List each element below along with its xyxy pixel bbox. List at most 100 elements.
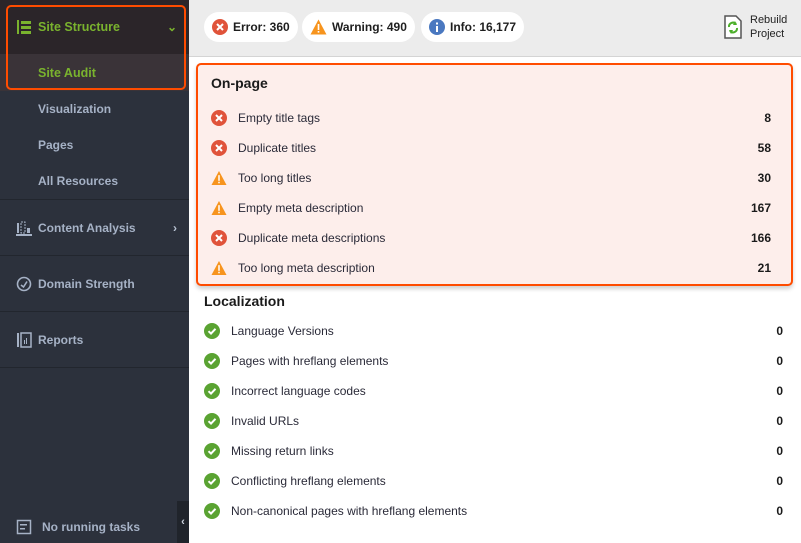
sidebar-subitem-label: Visualization	[38, 102, 112, 116]
sidebar-subitem-site-audit[interactable]: Site Audit	[0, 54, 189, 91]
audit-row-count: 0	[776, 384, 783, 398]
info-icon	[429, 19, 445, 35]
check-icon	[204, 323, 220, 339]
warning-icon	[211, 200, 227, 216]
audit-row-count: 21	[757, 261, 771, 275]
sidebar-subitem-visualization[interactable]: Visualization	[0, 91, 189, 127]
site-structure-icon	[12, 19, 36, 35]
audit-row[interactable]: Language Versions 0	[189, 316, 801, 346]
audit-row-count: 167	[750, 201, 771, 215]
error-count: Error: 360	[233, 20, 290, 34]
audit-row-label: Too long titles	[238, 171, 312, 185]
audit-row[interactable]: Incorrect language codes 0	[189, 376, 801, 406]
audit-row-label: Non-canonical pages with hreflang elemen…	[231, 504, 468, 518]
reports-icon	[12, 331, 36, 348]
chevron-down-icon[interactable]: ⌄	[167, 20, 177, 34]
sidebar-group-site-structure: Site Structure ⌄ Site Audit	[0, 0, 189, 91]
info-count: Info: 16,177	[450, 20, 517, 34]
tasks-status[interactable]: No running tasks	[0, 510, 177, 543]
audit-row-count: 166	[750, 231, 771, 245]
error-icon	[211, 230, 227, 246]
audit-row[interactable]: Non-canonical pages with hreflang elemen…	[189, 496, 801, 526]
error-icon	[211, 140, 227, 156]
audit-row-label: Too long meta description	[238, 261, 375, 275]
audit-row-label: Language Versions	[231, 324, 334, 338]
audit-row[interactable]: Duplicate titles 58	[196, 133, 789, 163]
audit-row-count: 0	[776, 354, 783, 368]
section-title: Localization	[204, 293, 285, 309]
audit-row[interactable]: Conflicting hreflang elements 0	[189, 466, 801, 496]
audit-row[interactable]: Empty meta description 167	[196, 193, 789, 223]
check-icon	[204, 503, 220, 519]
sidebar-item-label: Reports	[38, 332, 84, 347]
check-icon	[204, 473, 220, 489]
audit-row[interactable]: Missing return links 0	[189, 436, 801, 466]
info-badge[interactable]: Info: 16,177	[421, 12, 525, 42]
audit-row-count: 30	[757, 171, 771, 185]
error-badge[interactable]: Error: 360	[204, 12, 298, 42]
audit-row-count: 0	[776, 504, 783, 518]
audit-row[interactable]: Duplicate meta descriptions 166	[196, 223, 789, 253]
sidebar-item-label: Content Analysis	[38, 220, 136, 235]
warning-count: Warning: 490	[332, 20, 407, 34]
audit-row[interactable]: Invalid URLs 0	[189, 406, 801, 436]
audit-row-count: 8	[764, 111, 771, 125]
sidebar-subitem-label: Pages	[38, 138, 74, 152]
warning-icon	[211, 260, 227, 276]
check-icon	[204, 443, 220, 459]
check-icon	[204, 383, 220, 399]
divider	[0, 367, 189, 368]
chevron-right-icon: ›	[173, 220, 177, 235]
section-on-page: On-page Empty title tags 8 Duplicate title…	[196, 63, 793, 286]
warning-icon	[310, 19, 327, 35]
sidebar-item-reports[interactable]: Reports	[0, 311, 189, 367]
audit-row-label: Empty title tags	[238, 111, 321, 125]
tasks-icon	[16, 519, 32, 535]
rebuild-label-line2: Project	[750, 28, 785, 40]
sidebar: Site Structure ⌄ Site Audit Visualizatio…	[0, 0, 189, 543]
sidebar-subitem-label: Site Audit	[38, 65, 96, 80]
audit-row-label: Conflicting hreflang elements	[231, 474, 386, 488]
audit-row[interactable]: Too long titles 30	[196, 163, 789, 193]
sidebar-item-domain-strength[interactable]: Domain Strength	[0, 255, 189, 311]
warning-badge[interactable]: Warning: 490	[302, 12, 415, 42]
audit-row-label: Duplicate titles	[238, 141, 317, 155]
error-icon	[211, 110, 227, 126]
audit-row-label: Pages with hreflang elements	[231, 354, 389, 368]
rebuild-project-button[interactable]: Rebuild Project	[724, 13, 787, 41]
warning-icon	[211, 170, 227, 186]
sidebar-item-content-analysis[interactable]: Content Analysis ›	[0, 199, 189, 255]
audit-row-count: 0	[776, 474, 783, 488]
audit-row[interactable]: Too long meta description 21	[196, 253, 789, 283]
sidebar-item-label: Site Structure	[38, 20, 120, 34]
audit-row-label: Missing return links	[231, 444, 334, 458]
audit-row-label: Incorrect language codes	[231, 384, 366, 398]
audit-row[interactable]: Pages with hreflang elements 0	[189, 346, 801, 376]
tasks-status-label: No running tasks	[42, 519, 141, 534]
audit-row-count: 0	[776, 414, 783, 428]
audit-row-count: 0	[776, 444, 783, 458]
audit-content: On-page Empty title tags 8 Duplicate title…	[189, 58, 801, 543]
toolbar: Error: 360 Warning: 490 Info: 16,177 Reb…	[189, 0, 801, 57]
sidebar-subitem-pages[interactable]: Pages	[0, 127, 189, 163]
audit-row[interactable]: Empty title tags 8	[196, 103, 789, 133]
audit-row-label: Duplicate meta descriptions	[238, 231, 386, 245]
sidebar-subitem-label: All Resources	[38, 174, 119, 188]
gauge-icon	[12, 276, 36, 292]
audit-row-label: Empty meta description	[238, 201, 364, 215]
audit-row-count: 0	[776, 324, 783, 338]
sidebar-item-label: Domain Strength	[38, 276, 135, 291]
content-analysis-icon	[12, 220, 36, 236]
audit-row-count: 58	[757, 141, 771, 155]
sidebar-item-site-structure[interactable]: Site Structure ⌄	[0, 0, 189, 54]
error-icon	[212, 19, 228, 35]
rebuild-icon	[724, 15, 742, 39]
check-icon	[204, 413, 220, 429]
audit-row-label: Invalid URLs	[231, 414, 300, 428]
section-title: On-page	[211, 75, 268, 91]
rebuild-label: Rebuild Project	[750, 13, 787, 41]
sidebar-subitem-all-resources[interactable]: All Resources	[0, 163, 189, 199]
collapse-sidebar-button[interactable]: ‹	[177, 501, 189, 543]
check-icon	[204, 353, 220, 369]
rebuild-label-line1: Rebuild	[750, 14, 788, 26]
